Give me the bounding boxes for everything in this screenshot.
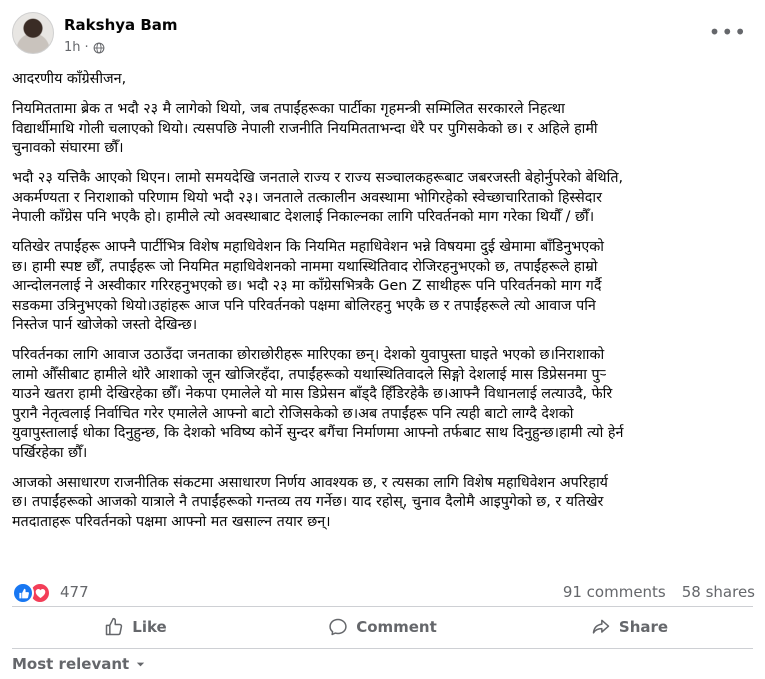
thumbs-up-icon bbox=[106, 617, 123, 636]
post-paragraph: नियमिततामा ब्रेक त भदौ २३ मै लागेको थियो… bbox=[12, 101, 598, 156]
sort-dropdown[interactable]: Most relevant bbox=[12, 655, 146, 673]
author-name[interactable]: Rakshya Bam bbox=[64, 16, 178, 34]
divider bbox=[12, 606, 753, 607]
action-bar: Like Comment Share bbox=[12, 608, 753, 646]
like-label: Like bbox=[132, 618, 167, 636]
reaction-icons[interactable] bbox=[12, 582, 51, 604]
reactions-summary: 477 91 comments 58 shares bbox=[12, 581, 757, 604]
like-reaction-icon bbox=[12, 582, 34, 604]
shares-count[interactable]: 58 shares bbox=[682, 583, 755, 601]
more-horizontal-icon[interactable]: ••• bbox=[709, 20, 747, 44]
divider bbox=[12, 648, 753, 649]
post-time[interactable]: 1h bbox=[64, 40, 81, 55]
share-button[interactable]: Share bbox=[506, 608, 753, 646]
post-paragraph: भदौ २३ यत्तिकै आएको थिएन। लामो समयदेखि ज… bbox=[12, 170, 624, 225]
sort-label: Most relevant bbox=[12, 655, 130, 673]
post-paragraph: यतिखेर तपाईंहरू आफ्नै पार्टीभित्र विशेष … bbox=[12, 239, 604, 333]
share-icon bbox=[592, 619, 610, 634]
post-paragraph: परिवर्तनका लागि आवाज उठाउँदा जनताका छोरा… bbox=[12, 347, 624, 461]
post-paragraph: आदरणीय काँग्रेसीजन, bbox=[12, 71, 127, 87]
facebook-post: Rakshya Bam 1h · ••• आदरणीय काँग्रेसीजन,… bbox=[0, 0, 765, 679]
comment-button[interactable]: Comment bbox=[259, 608, 506, 646]
reaction-count[interactable]: 477 bbox=[60, 583, 89, 601]
avatar[interactable] bbox=[12, 12, 54, 54]
share-label: Share bbox=[618, 618, 669, 636]
post-header: Rakshya Bam 1h · ••• bbox=[12, 12, 753, 60]
like-button[interactable]: Like bbox=[12, 608, 259, 646]
comment-label: Comment bbox=[356, 618, 437, 636]
post-meta: 1h · bbox=[64, 40, 105, 55]
engagement-stats: 91 comments 58 shares bbox=[563, 583, 755, 601]
post-body: आदरणीय काँग्रेसीजन, नियमिततामा ब्रेक त भ… bbox=[12, 70, 757, 543]
dot-separator: · bbox=[84, 40, 89, 55]
comment-icon bbox=[329, 618, 347, 636]
globe-icon[interactable] bbox=[93, 42, 105, 54]
post-paragraph: आजको असाधारण राजनीतिक संकटमा असाधारण निर… bbox=[12, 474, 608, 530]
chevron-down-icon bbox=[137, 662, 145, 666]
comments-count[interactable]: 91 comments bbox=[563, 583, 666, 601]
